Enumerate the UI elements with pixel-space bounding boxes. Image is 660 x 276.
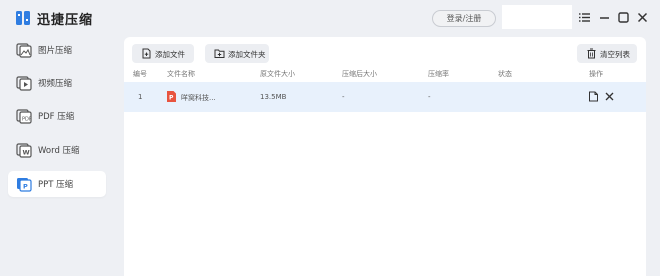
close-icon[interactable] [636,11,649,24]
menu-list-icon[interactable] [578,11,591,24]
clear-list-label: 清空列表 [600,50,630,59]
sidebar-item-label: PPT 压缩 [38,180,74,190]
table-row[interactable]: 1 P 咩窝科技... 13.5MB - - [124,82,646,112]
sidebar-item-label: Word 压缩 [38,146,80,156]
sidebar-item-image[interactable]: 图片压缩 [8,37,106,63]
sidebar-item-video[interactable]: 视频压缩 [8,70,106,96]
row-original-size: 13.5MB [260,93,287,101]
column-header-index: 编号 [133,70,147,78]
column-header-status: 状态 [498,70,512,78]
open-file-icon[interactable] [588,91,599,102]
row-ratio: - [428,93,431,101]
column-header-original-size: 原文件大小 [260,70,295,78]
sidebar-item-label: 视频压缩 [38,79,73,89]
file-list-panel: 添加文件 添加文件夹 清空列表 编号 文件名称 原文件大小 压缩后大小 压缩率 … [124,37,646,276]
maximize-icon[interactable] [617,11,630,24]
login-register-button[interactable]: 登录/注册 [432,10,496,27]
sidebar-item-pdf[interactable]: PDF PDF 压缩 [8,103,106,129]
image-compress-icon [16,43,32,58]
add-file-button[interactable]: 添加文件 [132,44,194,63]
column-header-ratio: 压缩率 [428,70,449,78]
minimize-icon[interactable] [598,11,611,24]
add-file-icon [142,48,151,59]
video-compress-icon [16,76,32,91]
row-compressed-size: - [342,93,345,101]
app-logo-icon [16,11,30,25]
sidebar-item-ppt[interactable]: P PPT 压缩 [8,171,106,197]
svg-text:P: P [23,183,28,191]
svg-text:P: P [169,95,174,102]
ppt-compress-icon: P [17,178,32,192]
word-compress-icon: W [16,143,32,158]
add-folder-icon [214,49,225,58]
column-header-compressed-size: 压缩后大小 [342,70,377,78]
app-title: 迅捷压缩 [37,13,94,28]
add-folder-label: 添加文件夹 [228,50,266,59]
row-index: 1 [138,93,143,101]
add-folder-button[interactable]: 添加文件夹 [205,44,269,63]
sidebar-item-label: 图片压缩 [38,46,73,56]
pdf-compress-icon: PDF [16,109,32,124]
column-header-actions: 操作 [589,70,603,78]
sidebar-item-word[interactable]: W Word 压缩 [8,137,106,163]
row-file-name: 咩窝科技... [181,94,216,102]
column-header-name: 文件名称 [167,70,195,78]
svg-text:W: W [23,149,30,157]
svg-text:PDF: PDF [22,117,32,123]
trash-icon [587,48,596,59]
remove-icon[interactable] [604,91,615,102]
user-area [502,5,572,29]
title-bar: 迅捷压缩 登录/注册 [0,0,660,36]
add-file-label: 添加文件 [155,50,185,59]
sidebar-item-label: PDF 压缩 [38,112,75,122]
ppt-file-icon: P [167,91,176,102]
clear-list-button[interactable]: 清空列表 [577,44,637,63]
